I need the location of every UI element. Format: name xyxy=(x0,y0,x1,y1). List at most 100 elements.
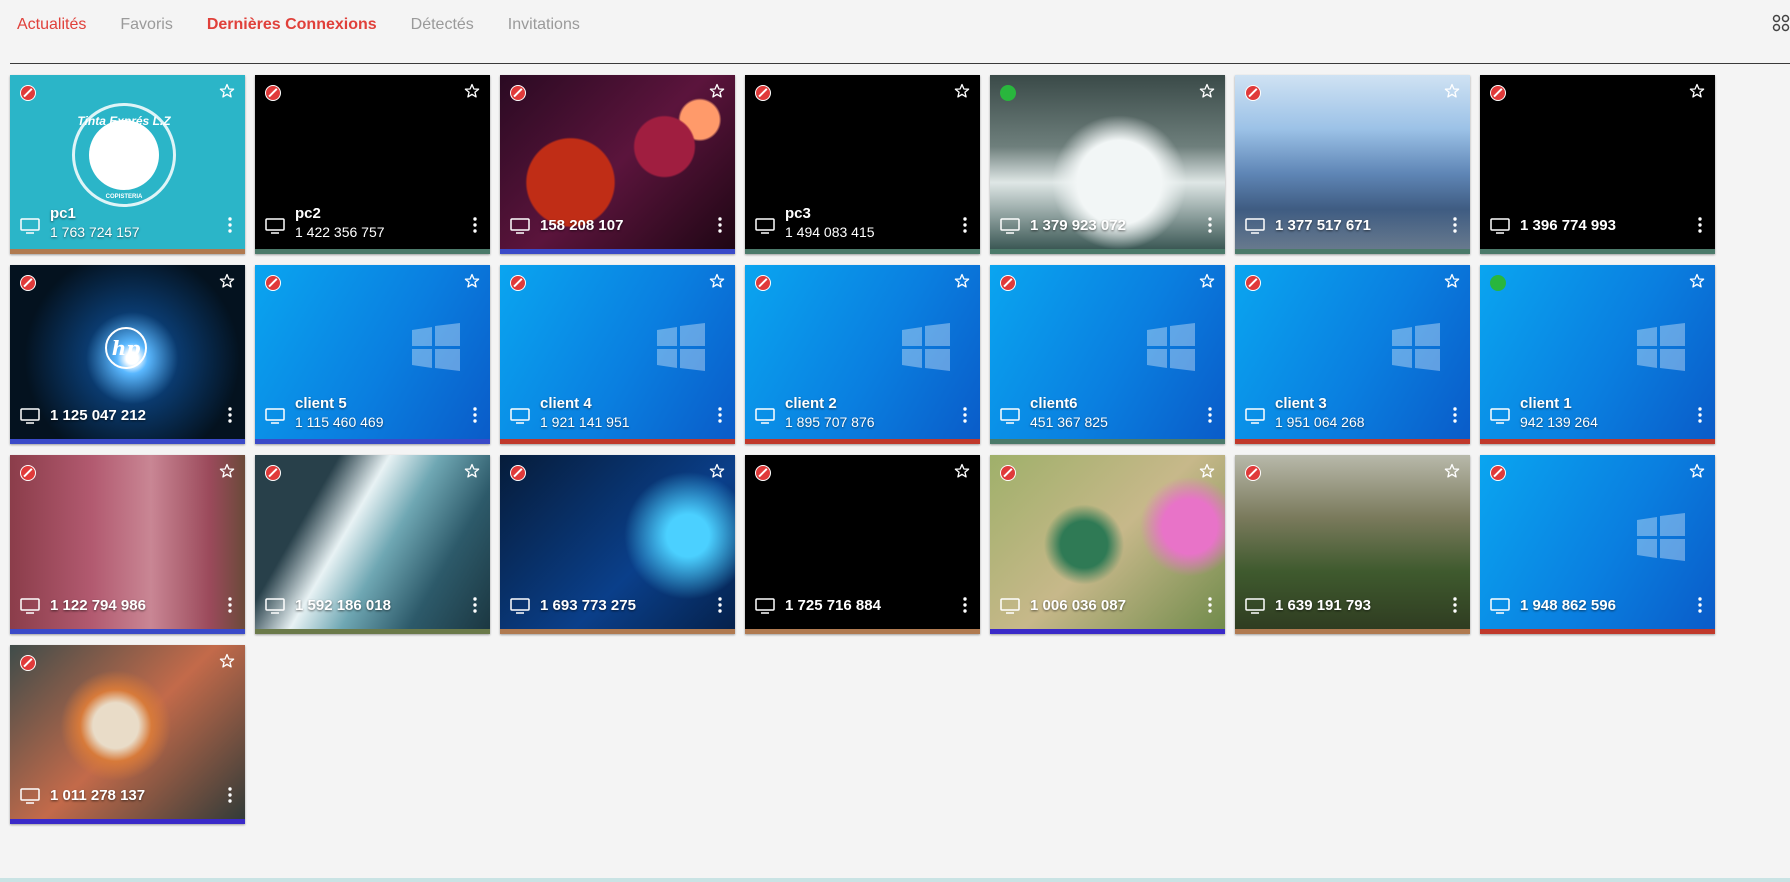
more-options-icon[interactable] xyxy=(1452,596,1458,614)
favorite-star-icon[interactable] xyxy=(219,83,235,99)
device-card[interactable]: 1 948 862 596 xyxy=(1480,455,1715,634)
device-id: 451 367 825 xyxy=(1030,414,1108,430)
device-card[interactable]: client 1 942 139 264 xyxy=(1480,265,1715,444)
device-card[interactable]: client 4 1 921 141 951 xyxy=(500,265,735,444)
windows-logo-icon xyxy=(657,323,705,371)
tab-bar: Actualités Favoris Dernières Connexions … xyxy=(17,15,614,35)
device-card[interactable]: 1 011 278 137 xyxy=(10,645,245,824)
favorite-star-icon[interactable] xyxy=(219,653,235,669)
device-card[interactable]: hp 1 125 047 212 xyxy=(10,265,245,444)
more-options-icon[interactable] xyxy=(1697,406,1703,424)
device-card[interactable]: 1 379 923 072 xyxy=(990,75,1225,254)
more-options-icon[interactable] xyxy=(717,216,723,234)
favorite-star-icon[interactable] xyxy=(464,463,480,479)
status-strip xyxy=(745,249,980,254)
tab-favoris[interactable]: Favoris xyxy=(120,15,172,35)
device-label: 1 948 862 596 xyxy=(1520,597,1616,615)
favorite-star-icon[interactable] xyxy=(709,83,725,99)
device-label: 158 208 107 xyxy=(540,217,623,235)
more-options-icon[interactable] xyxy=(1697,596,1703,614)
tab-actualites[interactable]: Actualités xyxy=(17,15,86,35)
device-label: client 1 942 139 264 xyxy=(1520,395,1598,431)
more-options-icon[interactable] xyxy=(1697,216,1703,234)
device-card[interactable]: 1 122 794 986 xyxy=(10,455,245,634)
device-label: pc1 1 763 724 157 xyxy=(50,205,140,241)
favorite-star-icon[interactable] xyxy=(1444,83,1460,99)
more-options-icon[interactable] xyxy=(472,406,478,424)
favorite-star-icon[interactable] xyxy=(1689,463,1705,479)
device-card[interactable]: 1 693 773 275 xyxy=(500,455,735,634)
favorite-star-icon[interactable] xyxy=(1199,463,1215,479)
more-options-icon[interactable] xyxy=(227,406,233,424)
device-id: 1 763 724 157 xyxy=(50,224,140,240)
favorite-star-icon[interactable] xyxy=(219,273,235,289)
device-card[interactable]: pc2 1 422 356 757 xyxy=(255,75,490,254)
device-card[interactable]: 1 639 191 793 xyxy=(1235,455,1470,634)
blocked-status-icon xyxy=(1490,465,1506,481)
favorite-star-icon[interactable] xyxy=(464,83,480,99)
device-id: 1 693 773 275 xyxy=(540,597,636,614)
favorite-star-icon[interactable] xyxy=(709,273,725,289)
favorite-star-icon[interactable] xyxy=(1199,273,1215,289)
device-card[interactable]: 158 208 107 xyxy=(500,75,735,254)
more-options-icon[interactable] xyxy=(472,216,478,234)
blocked-status-icon xyxy=(265,275,281,291)
more-options-icon[interactable] xyxy=(227,596,233,614)
status-strip xyxy=(745,629,980,634)
device-card[interactable]: 1 377 517 671 xyxy=(1235,75,1470,254)
monitor-icon xyxy=(20,218,40,234)
blocked-status-icon xyxy=(1245,85,1261,101)
favorite-star-icon[interactable] xyxy=(954,83,970,99)
favorite-star-icon[interactable] xyxy=(1444,463,1460,479)
favorite-star-icon[interactable] xyxy=(1199,83,1215,99)
more-options-icon[interactable] xyxy=(227,216,233,234)
more-options-icon[interactable] xyxy=(717,596,723,614)
more-options-icon[interactable] xyxy=(1207,406,1213,424)
more-options-icon[interactable] xyxy=(1452,216,1458,234)
more-options-icon[interactable] xyxy=(717,406,723,424)
device-id: 1 377 517 671 xyxy=(1275,217,1371,234)
more-options-icon[interactable] xyxy=(1207,596,1213,614)
device-label: 1 011 278 137 xyxy=(50,787,145,805)
logo-mascot xyxy=(89,120,159,190)
more-options-icon[interactable] xyxy=(962,216,968,234)
favorite-star-icon[interactable] xyxy=(709,463,725,479)
more-options-icon[interactable] xyxy=(227,786,233,804)
device-id: 1 422 356 757 xyxy=(295,224,385,240)
favorite-star-icon[interactable] xyxy=(464,273,480,289)
device-card[interactable]: client 3 1 951 064 268 xyxy=(1235,265,1470,444)
favorite-star-icon[interactable] xyxy=(954,273,970,289)
device-card[interactable]: 1 006 036 087 xyxy=(990,455,1225,634)
favorite-star-icon[interactable] xyxy=(219,463,235,479)
monitor-icon xyxy=(1490,218,1510,234)
more-options-icon[interactable] xyxy=(472,596,478,614)
device-card[interactable]: Tinta Exprés L.Z COPISTERIA pc1 1 763 72… xyxy=(10,75,245,254)
more-options-icon[interactable] xyxy=(962,406,968,424)
favorite-star-icon[interactable] xyxy=(1689,83,1705,99)
tab-invitations[interactable]: Invitations xyxy=(508,15,580,35)
favorite-star-icon[interactable] xyxy=(1689,273,1705,289)
device-card[interactable]: client6 451 367 825 xyxy=(990,265,1225,444)
more-options-icon[interactable] xyxy=(1452,406,1458,424)
status-strip xyxy=(255,629,490,634)
device-card[interactable]: client 5 1 115 460 469 xyxy=(255,265,490,444)
monitor-icon xyxy=(20,788,40,804)
favorite-star-icon[interactable] xyxy=(954,463,970,479)
tab-dernieres-connexions[interactable]: Dernières Connexions xyxy=(207,15,377,35)
logo-text-bottom: COPISTERIA xyxy=(105,194,143,200)
device-card[interactable]: client 2 1 895 707 876 xyxy=(745,265,980,444)
device-card[interactable]: 1 592 186 018 xyxy=(255,455,490,634)
device-card[interactable]: 1 725 716 884 xyxy=(745,455,980,634)
device-card[interactable]: 1 396 774 993 xyxy=(1480,75,1715,254)
more-options-icon[interactable] xyxy=(1207,216,1213,234)
favorite-star-icon[interactable] xyxy=(1444,273,1460,289)
device-id: 942 139 264 xyxy=(1520,414,1598,430)
device-id: 1 639 191 793 xyxy=(1275,597,1371,614)
grid-view-icon[interactable] xyxy=(1772,14,1790,32)
device-name: client6 xyxy=(1030,395,1078,412)
status-strip xyxy=(500,439,735,444)
monitor-icon xyxy=(20,598,40,614)
tab-detectes[interactable]: Détectés xyxy=(411,15,474,35)
more-options-icon[interactable] xyxy=(962,596,968,614)
device-card[interactable]: pc3 1 494 083 415 xyxy=(745,75,980,254)
